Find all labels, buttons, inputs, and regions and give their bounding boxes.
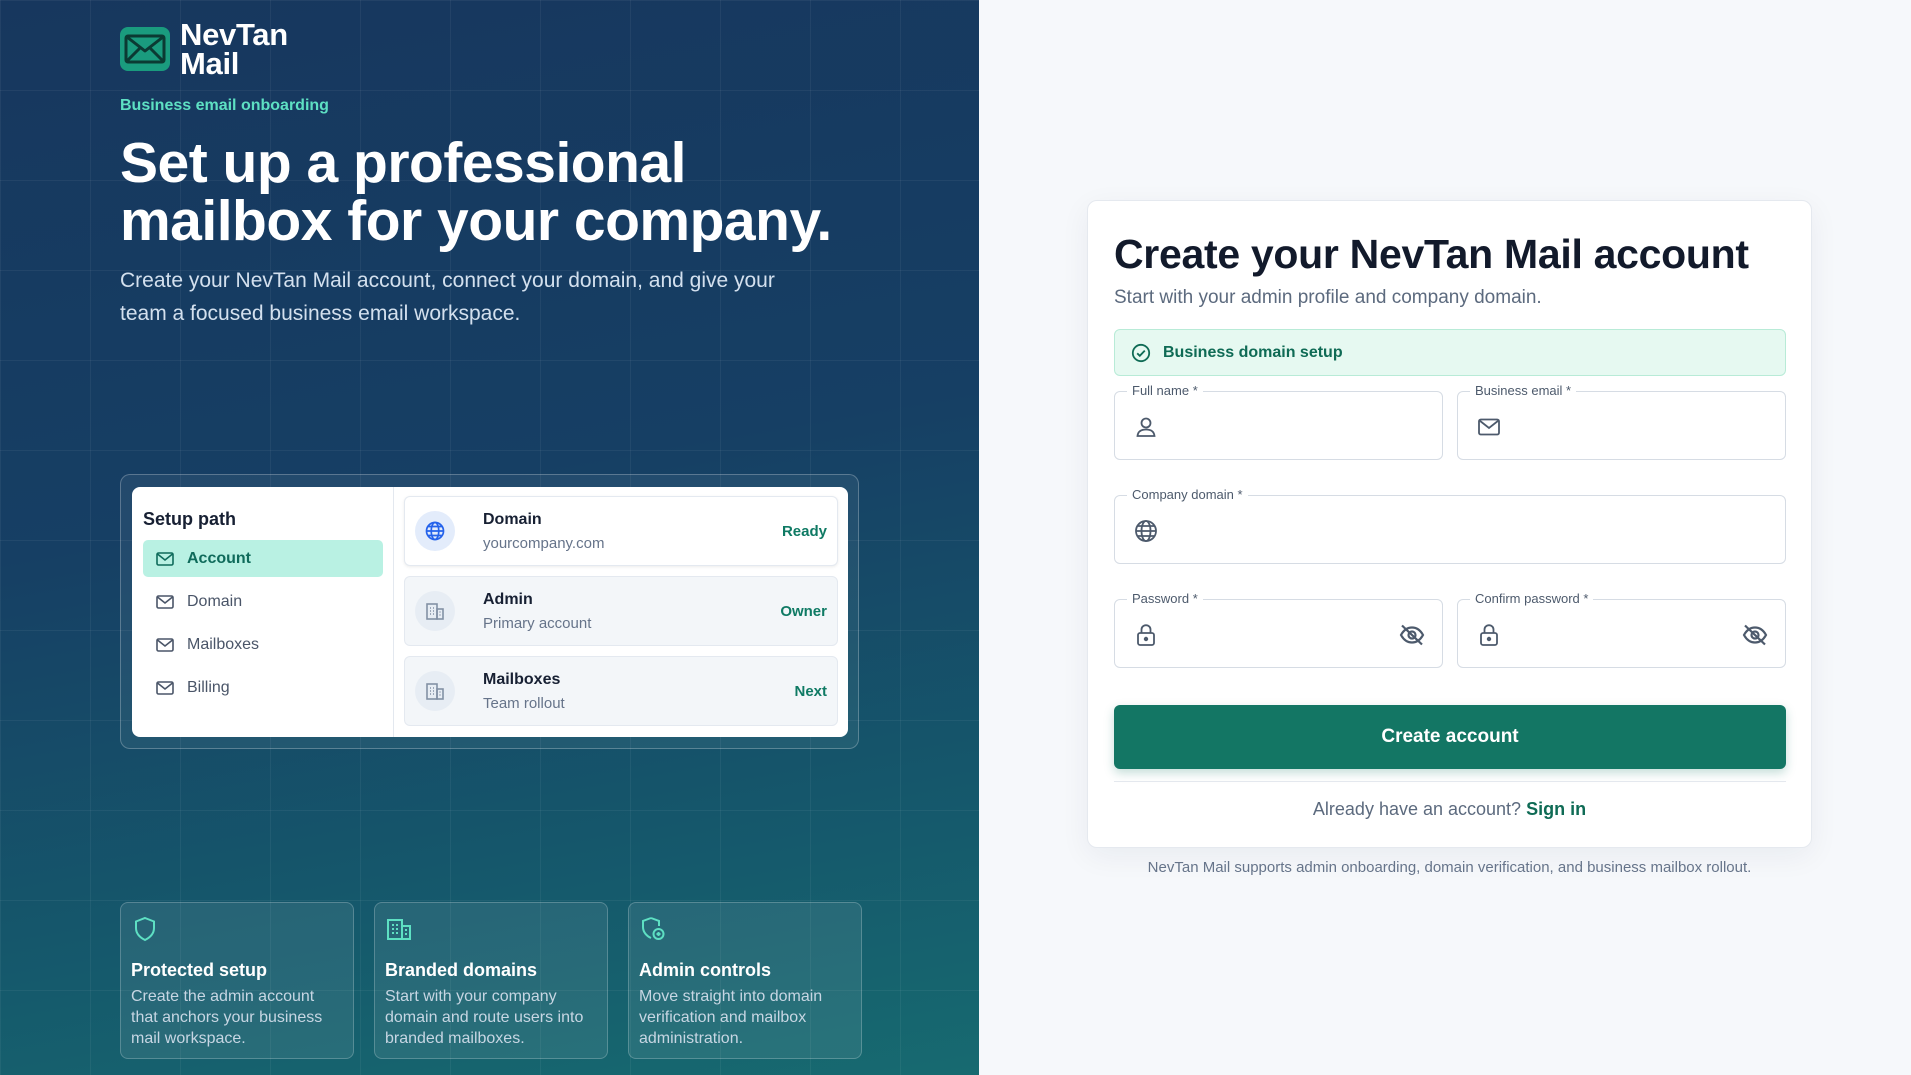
step-name: Admin [483,590,533,608]
full-name-input[interactable] [1173,406,1390,446]
globe-icon [415,511,455,551]
setup-path-heading: Setup path [143,509,236,529]
path-item-label: Billing [187,678,230,696]
lock-icon [1137,624,1155,646]
brand-name: NevTan Mail [180,17,288,81]
setup-path-panel: Setup path Account Domain Mailboxes Bill… [132,487,848,737]
mail-logo-icon [120,27,170,71]
form-subtitle: Start with your admin profile and compan… [1114,287,1542,308]
step-domain[interactable]: Domain yourcompany.com Ready [404,496,838,566]
path-item-domain[interactable]: Domain [143,583,383,620]
building-icon [415,671,455,711]
company-domain-input[interactable] [1173,510,1733,550]
domain-setup-banner: Business domain setup [1114,329,1786,376]
eye-off-icon[interactable] [1741,622,1769,648]
eye-off-icon[interactable] [1398,622,1426,648]
mail-icon [156,594,174,609]
path-item-account[interactable]: Account [143,540,383,577]
feature-cards: Protected setup Create the admin account… [120,902,862,1059]
brand-name-line1: NevTan [180,17,288,52]
signup-card: Create your NevTan Mail account Start wi… [1087,200,1812,848]
step-desc: Team rollout [483,694,565,712]
step-status: Owner [780,602,827,620]
divider [1114,781,1786,782]
path-item-label: Domain [187,592,243,610]
feature-title: Admin controls [639,960,772,980]
confirm-password-label: Confirm password * [1470,591,1594,606]
step-mailboxes[interactable]: Mailboxes Team rollout Next [404,656,838,726]
full-name-field[interactable]: Full name * [1114,383,1443,460]
feature-card-protected-setup: Protected setup Create the admin account… [120,902,354,1059]
step-status: Ready [781,522,827,540]
signin-prompt: Already have an account? [1312,799,1522,819]
building-grid-icon [387,919,411,940]
confirm-password-input[interactable] [1516,614,1733,654]
step-admin[interactable]: Admin Primary account Owner [404,576,838,646]
brand-name-line2: Mail [180,46,240,81]
feature-card-branded-domains: Branded domains Start with your company … [374,902,608,1059]
password-input[interactable] [1173,614,1390,654]
feature-card-admin-controls: Admin controls Move straight into domain… [628,902,862,1059]
hero-title: Set up a professional mailbox for your c… [120,131,832,253]
hero-panel: NevTan Mail Business email onboarding Se… [0,0,979,1075]
business-email-input[interactable] [1516,406,1733,446]
mail-icon [1478,418,1500,436]
form-title: Create your NevTan Mail account [1114,231,1749,277]
signin-row: Already have an account? Sign in [1088,799,1811,820]
building-icon [415,591,455,631]
path-item-mailboxes[interactable]: Mailboxes [143,626,383,663]
hero-subtitle: Create your NevTan Mail account, connect… [120,269,775,325]
step-desc: yourcompany.com [483,534,605,552]
step-desc: Primary account [483,614,592,632]
banner-label: Business domain setup [1163,343,1343,361]
path-item-label: Mailboxes [187,635,260,653]
path-item-label: Account [187,549,251,567]
company-domain-label: Company domain * [1127,487,1248,502]
feature-title: Branded domains [385,960,538,980]
lock-icon [1480,624,1498,646]
shield-icon [135,916,155,942]
mail-icon [156,680,174,695]
brand[interactable]: NevTan Mail [120,17,288,81]
business-email-label: Business email * [1470,383,1577,398]
feature-title: Protected setup [131,960,268,980]
create-account-button[interactable]: Create account [1114,705,1786,769]
setup-path-card: Setup path Account Domain Mailboxes Bill… [120,474,859,749]
mail-icon [156,551,174,566]
globe-icon [1135,520,1157,542]
setup-path-sidebar: Setup path Account Domain Mailboxes Bill… [132,487,394,737]
user-icon [1136,417,1156,437]
feature-desc: Move straight into domain verification a… [639,988,823,1047]
full-name-label: Full name * [1127,383,1203,398]
password-field[interactable]: Password * [1114,591,1443,668]
check-circle-icon [1131,343,1151,362]
feature-desc: Start with your company domain and route… [385,988,584,1047]
business-email-field[interactable]: Business email * [1457,383,1786,460]
company-domain-field[interactable]: Company domain * [1114,487,1786,564]
setup-steps: Domain yourcompany.com Ready Admin Prima… [394,487,848,737]
step-name: Domain [483,510,542,528]
feature-desc: Create the admin account that anchors yo… [131,988,323,1047]
step-status: Next [794,682,827,700]
signin-link[interactable]: Sign in [1526,799,1586,819]
shield-settings-icon [642,917,665,940]
hero-eyebrow: Business email onboarding [120,97,329,114]
mail-icon [156,637,174,652]
password-label: Password * [1127,591,1203,606]
path-item-billing[interactable]: Billing [143,669,383,706]
step-name: Mailboxes [483,670,561,688]
confirm-password-field[interactable]: Confirm password * [1457,591,1786,668]
form-footnote: NevTan Mail supports admin onboarding, d… [1147,859,1752,876]
